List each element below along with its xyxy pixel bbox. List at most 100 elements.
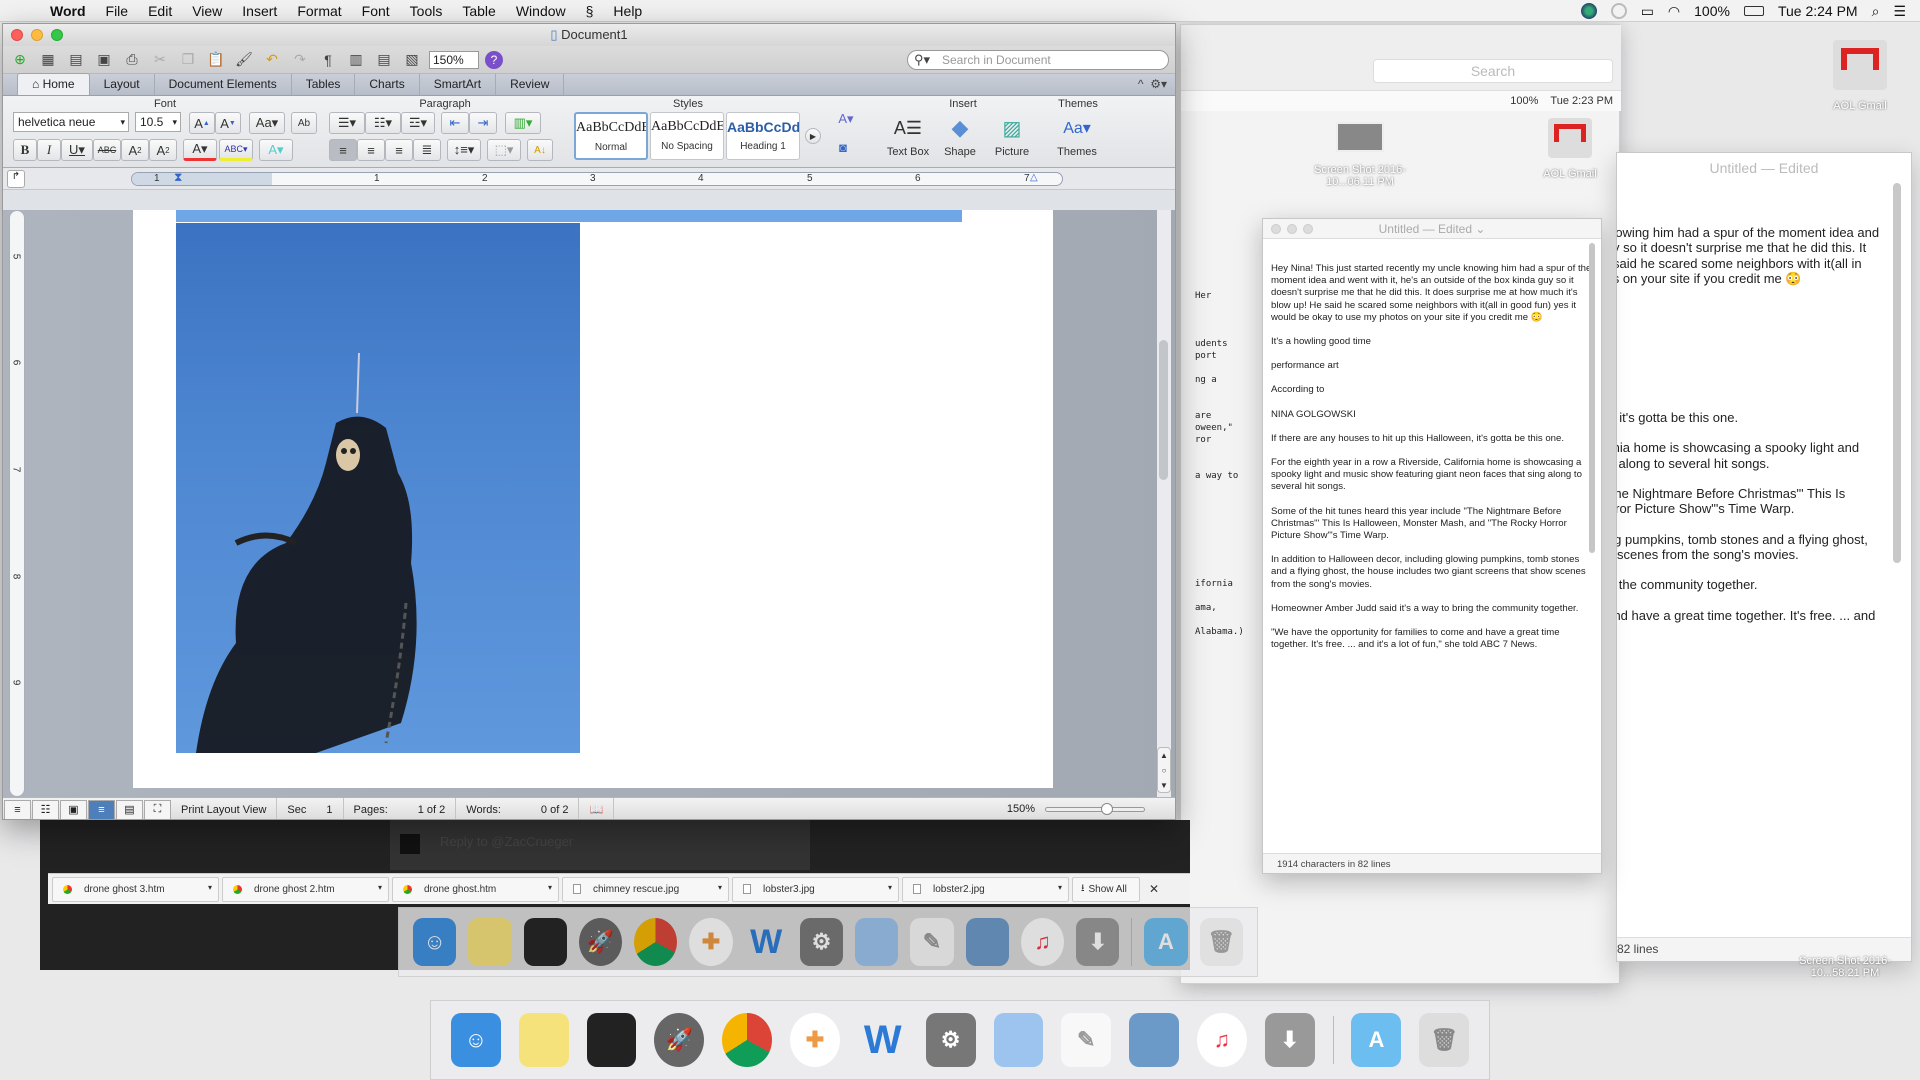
draft-view-button[interactable]: ≡	[4, 799, 31, 819]
more-styles-button[interactable]: ▶	[805, 128, 821, 144]
download-item[interactable]: lobster3.jpg ▾	[732, 876, 899, 902]
clear-formatting-button[interactable]: Ab	[291, 112, 317, 134]
font-color-button[interactable]: A▾	[183, 139, 217, 161]
tab-tables[interactable]: Tables	[292, 74, 356, 95]
menu-insert[interactable]: Insert	[232, 3, 287, 19]
dock-preview-icon[interactable]	[1129, 1013, 1179, 1067]
menu-help[interactable]: Help	[603, 3, 652, 19]
borders-button[interactable]: ⬚▾	[487, 139, 521, 161]
right-indent-marker[interactable]: △	[1030, 172, 1038, 183]
caret-down-icon[interactable]: ▾	[378, 883, 382, 892]
minimize-button[interactable]	[1287, 224, 1297, 234]
highlight-button[interactable]: ABC▾	[219, 139, 253, 161]
dock-word-icon[interactable]: W	[858, 1013, 908, 1067]
align-center-button[interactable]: ≡	[357, 139, 385, 161]
undo-icon[interactable]: ↶	[261, 50, 283, 70]
redo-icon[interactable]: ↷	[289, 50, 311, 70]
dock-trash-icon[interactable]: 🗑	[1419, 1013, 1470, 1067]
menu-edit[interactable]: Edit	[138, 3, 182, 19]
sidebar-icon[interactable]: ▥	[345, 50, 367, 70]
gallery-icon[interactable]: ▦	[37, 50, 59, 70]
caret-down-icon[interactable]: ▾	[208, 883, 212, 892]
desktop-icon-screenshot-2[interactable]: Screen Shot 2016-10...58.21 PM	[1790, 955, 1900, 979]
show-all-button[interactable]: ⭳ Show All	[1072, 876, 1140, 902]
document-page[interactable]	[133, 210, 1053, 788]
airplay-icon[interactable]: ▭	[1641, 3, 1654, 20]
dock-chrome-icon[interactable]	[722, 1013, 773, 1067]
spotlight-icon[interactable]: ⌕	[1872, 3, 1880, 20]
chevron-down-icon[interactable]: ▾	[120, 117, 125, 128]
spelling-check-icon[interactable]: 📖	[579, 797, 615, 819]
vertical-ruler[interactable]: 5 6 7 8 9	[9, 210, 25, 797]
zoom-slider-knob[interactable]	[1101, 803, 1113, 815]
vertical-scrollbar[interactable]	[1157, 210, 1171, 797]
collapse-ribbon-icon[interactable]: ^	[1138, 77, 1144, 91]
textedit-titlebar[interactable]: Untitled — Edited ⌄	[1263, 219, 1601, 239]
wifi-icon[interactable]: ◠	[1668, 3, 1680, 20]
dock-finder-icon[interactable]: ☺	[413, 918, 457, 966]
scroll-thumb[interactable]	[1159, 340, 1168, 480]
dock-launchpad-icon[interactable]: 🚀	[654, 1013, 705, 1067]
print-layout-view-button[interactable]: ≡	[88, 799, 115, 819]
reply-text[interactable]: Reply to @ZacCrueger	[440, 834, 573, 849]
cut-icon[interactable]: ✂	[149, 50, 171, 70]
ribbon-settings-icon[interactable]: ⚙▾	[1150, 77, 1167, 91]
font-size-field[interactable]: 10.5 ▾	[135, 112, 181, 132]
desktop-icon-screenshot[interactable]: Screen Shot 2016-10...06.11 PM	[1310, 122, 1410, 188]
chevron-down-icon[interactable]: ▾	[172, 117, 177, 128]
menu-file[interactable]: File	[96, 3, 139, 19]
strikethrough-button[interactable]: ABC	[93, 139, 121, 161]
style-normal[interactable]: AaBbCcDdEeNormal	[574, 112, 648, 160]
sort-button[interactable]: A↓	[527, 139, 553, 161]
download-item[interactable]: drone ghost 2.htm ▾	[222, 876, 389, 902]
word-titlebar[interactable]: ▯ Document1	[3, 24, 1175, 46]
caret-down-icon[interactable]: ▾	[888, 883, 892, 892]
menu-font[interactable]: Font	[352, 3, 400, 19]
bold-button[interactable]: B	[13, 139, 37, 161]
decrease-indent-button[interactable]: ⇤	[441, 112, 469, 134]
media-browser-icon[interactable]: ▤	[373, 50, 395, 70]
full-screen-view-button[interactable]: ⛶	[144, 799, 171, 819]
menu-app-word[interactable]: Word	[40, 3, 96, 19]
dock-chrome-icon[interactable]	[634, 918, 678, 966]
close-downloads-icon[interactable]: ✕	[1149, 882, 1159, 896]
dock-itunes-icon[interactable]: ♫	[1020, 918, 1065, 966]
text-pane-button[interactable]: ◙	[832, 136, 854, 158]
text-effects-button[interactable]: A▾	[259, 139, 293, 161]
menu-format[interactable]: Format	[287, 3, 351, 19]
notification-center-icon[interactable]: ☰	[1893, 3, 1906, 20]
download-item[interactable]: lobster2.jpg ▾	[902, 876, 1069, 902]
print-icon[interactable]: ⎙	[121, 50, 143, 70]
caret-down-icon[interactable]: ▾	[548, 883, 552, 892]
browse-navigation[interactable]: ▲ ○ ▼	[1157, 747, 1171, 793]
outline-view-button[interactable]: ☷	[32, 799, 59, 819]
justify-button[interactable]: ≣	[413, 139, 441, 161]
underline-button[interactable]: U▾	[61, 139, 93, 161]
zoom-select[interactable]: 150%	[429, 50, 479, 69]
columns-button[interactable]: ▥▾	[505, 112, 541, 134]
dock-finder-icon[interactable]: ☺	[451, 1013, 501, 1067]
download-item[interactable]: drone ghost 3.htm ▾	[52, 876, 219, 902]
indent-marker[interactable]: ⧗	[174, 170, 182, 185]
tab-review[interactable]: Review	[496, 74, 565, 95]
shrink-font-button[interactable]: A ▼	[215, 112, 241, 134]
dock-textedit-icon[interactable]: ✎	[910, 918, 954, 966]
help-icon[interactable]: ?	[485, 50, 503, 69]
clock[interactable]: Tue 2:24 PM	[1778, 3, 1858, 19]
tab-home[interactable]: ⌂ Home	[17, 73, 90, 95]
horizontal-ruler[interactable]: 1 1 2 3 4 5 6 7 ⧗ △	[131, 170, 1063, 186]
dock-mission-control-icon[interactable]	[523, 918, 567, 966]
italic-button[interactable]: I	[37, 139, 61, 161]
previous-page-icon[interactable]: ▲	[1158, 748, 1170, 763]
tab-layout[interactable]: Layout	[90, 74, 155, 95]
tab-stop-selector[interactable]: ↱	[7, 170, 25, 188]
bullets-button[interactable]: ☰▾	[329, 112, 365, 134]
dock-word-icon[interactable]: W	[745, 918, 788, 966]
desktop-icon-aol-gmail[interactable]: AOL Gmail	[1530, 118, 1610, 180]
font-name-field[interactable]: helvetica neue ▾	[13, 112, 129, 132]
insert-text-box[interactable]: A☰ Text Box	[883, 110, 933, 159]
zoom-slider[interactable]	[1045, 803, 1145, 815]
caret-down-icon[interactable]: ▾	[1058, 883, 1062, 892]
themes-button[interactable]: Aa▾ Themes	[1052, 110, 1102, 158]
script-menu-icon[interactable]: §	[576, 3, 604, 19]
